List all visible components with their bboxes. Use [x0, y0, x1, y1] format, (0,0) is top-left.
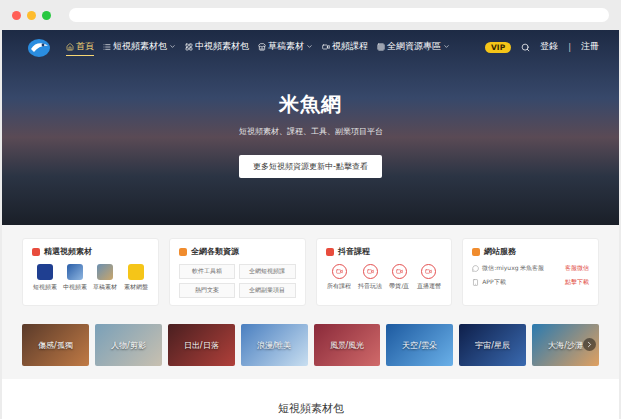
course-link[interactable]: 帶貨/直: [389, 264, 409, 291]
chevron-down-icon: [306, 43, 313, 50]
nav-item-icon: [322, 43, 330, 51]
nav-item[interactable]: 首頁: [66, 39, 94, 56]
nav-item-icon: [103, 43, 111, 51]
next-button[interactable]: [583, 338, 596, 351]
chevron-down-icon: [169, 43, 176, 50]
resource-tag[interactable]: 熱門文案: [179, 283, 235, 298]
card-grid: 精選視頻素材短視頻素中視頻素草稿素材素材網盤全網各類資源軟件工具箱全網短視頻課熱…: [2, 225, 619, 306]
nav-item[interactable]: 短視頻素材包: [103, 39, 176, 56]
nav-bar: 首頁短視頻素材包中視頻素材包草稿素材視頻課程全網資源專區 VIP 登錄 | 注冊: [2, 30, 619, 64]
vip-badge[interactable]: VIP: [485, 42, 511, 53]
card-title: 全網各類資源: [179, 246, 296, 257]
nav-right: VIP 登錄 | 注冊: [485, 41, 599, 53]
card-title-icon: [32, 248, 40, 256]
feature-card: 網站服務微信:miyuxg 米魚客服客服微信 APP下載點擊下載: [462, 238, 599, 306]
section-title: 短視頻素材包: [278, 401, 344, 419]
service-row: 微信:miyuxg 米魚客服客服微信: [472, 264, 589, 273]
nav-item[interactable]: 視頻課程: [322, 39, 368, 56]
feature-card: 全網各類資源軟件工具箱全網短視頻課熱門文案全網副業項目: [169, 238, 306, 306]
hero-banner: 首頁短視頻素材包中視頻素材包草稿素材視頻課程全網資源專區VIP登錄|注冊米魚網短…: [2, 30, 619, 225]
material-link[interactable]: 素材網盤: [124, 264, 148, 292]
address-bar[interactable]: [69, 8, 609, 22]
course-row: 所有課程抖音玩法帶貨/直直播運營: [326, 264, 443, 291]
logo-icon[interactable]: [26, 36, 52, 58]
nav-item[interactable]: 中視頻素材包: [185, 39, 249, 56]
nav-item-icon: [258, 43, 266, 51]
nav-item[interactable]: 全網資源專區: [377, 39, 450, 56]
video-icon: [367, 268, 374, 275]
section: 短視頻素材包: [2, 379, 619, 419]
page: 首頁短視頻素材包中視頻素材包草稿素材視頻課程全網資源專區VIP登錄|注冊米魚網短…: [2, 30, 619, 419]
chevron-right-icon: [585, 340, 594, 349]
material-icon: [128, 264, 144, 280]
category-tile[interactable]: 浪漫/唯美: [241, 324, 308, 366]
card-title-icon: [472, 248, 480, 256]
icon-row: 短視頻素中視頻素草稿素材素材網盤: [32, 264, 149, 292]
course-link[interactable]: 直播運營: [417, 264, 441, 291]
chevron-down-icon: [443, 43, 450, 50]
service-row: APP下載點擊下載: [472, 278, 589, 287]
nav-item[interactable]: 草稿素材: [258, 39, 313, 56]
service-action[interactable]: 客服微信: [565, 264, 589, 273]
browser-bar: [0, 0, 621, 30]
resource-tag[interactable]: 全網短視頻課: [239, 264, 295, 279]
maximize-dot[interactable]: [42, 11, 51, 20]
category-tile[interactable]: 傷感/孤獨: [22, 324, 89, 366]
feature-card: 精選視頻素材短視頻素中視頻素草稿素材素材網盤: [22, 238, 159, 306]
nav-list: 首頁短視頻素材包中視頻素材包草稿素材視頻課程全網資源專區: [66, 39, 471, 56]
minimize-dot[interactable]: [27, 11, 36, 20]
chat-icon: [472, 265, 479, 272]
tag-grid: 軟件工具箱全網短視頻課熱門文案全網副業項目: [179, 264, 296, 298]
course-icon: [421, 264, 436, 279]
hero-body: 米魚網短視頻素材、課程、工具、副業項目平台更多短視頻資源更新中-點擊查看: [2, 64, 619, 225]
nav-item-icon: [66, 43, 74, 51]
login-link[interactable]: 登錄: [540, 41, 558, 53]
material-link[interactable]: 草稿素材: [93, 264, 117, 292]
course-link[interactable]: 抖音玩法: [358, 264, 382, 291]
material-icon: [97, 264, 113, 280]
category-tile[interactable]: 天空/雲朵: [386, 324, 453, 366]
card-title: 網站服務: [472, 246, 589, 257]
course-link[interactable]: 所有課程: [327, 264, 351, 291]
category-row: 傷感/孤獨人物/剪影日出/日落浪漫/唯美風景/風光天空/雲朵宇宙/星辰大海/沙灘: [2, 306, 619, 366]
hero-subtitle: 短視頻素材、課程、工具、副業項目平台: [239, 126, 383, 137]
category-tile[interactable]: 宇宙/星辰: [459, 324, 526, 366]
nav-item-icon: [377, 43, 385, 51]
nav-item-icon: [185, 43, 193, 51]
category-tile[interactable]: 人物/剪影: [95, 324, 162, 366]
material-link[interactable]: 中視頻素: [63, 264, 87, 292]
card-title: 精選視頻素材: [32, 246, 149, 257]
material-icon: [67, 264, 83, 280]
material-icon: [37, 264, 53, 280]
feature-card: 抖音課程所有課程抖音玩法帶貨/直直播運營: [316, 238, 453, 306]
hero-title: 米魚網: [279, 91, 342, 118]
course-icon: [363, 264, 378, 279]
card-title-icon: [326, 248, 334, 256]
separator: |: [568, 42, 571, 52]
category-tile[interactable]: 風景/風光: [314, 324, 381, 366]
hero-button[interactable]: 更多短視頻資源更新中-點擊查看: [239, 155, 382, 178]
category-tile[interactable]: 大海/沙灘: [532, 324, 599, 366]
material-link[interactable]: 短視頻素: [33, 264, 57, 292]
card-title-icon: [179, 248, 187, 256]
register-link[interactable]: 注冊: [581, 41, 599, 53]
course-icon: [332, 264, 347, 279]
card-title: 抖音課程: [326, 246, 443, 257]
resource-tag[interactable]: 軟件工具箱: [179, 264, 235, 279]
phone-icon: [472, 279, 479, 286]
search-icon[interactable]: [521, 43, 530, 52]
category-tile[interactable]: 日出/日落: [168, 324, 235, 366]
resource-tag[interactable]: 全網副業項目: [239, 283, 295, 298]
close-dot[interactable]: [12, 11, 21, 20]
video-icon: [396, 268, 403, 275]
course-icon: [392, 264, 407, 279]
video-icon: [425, 268, 432, 275]
video-icon: [336, 268, 343, 275]
service-action[interactable]: 點擊下載: [565, 278, 589, 287]
service-list: 微信:miyuxg 米魚客服客服微信 APP下載點擊下載: [472, 264, 589, 287]
browser-window: 首頁短視頻素材包中視頻素材包草稿素材視頻課程全網資源專區VIP登錄|注冊米魚網短…: [0, 0, 621, 419]
